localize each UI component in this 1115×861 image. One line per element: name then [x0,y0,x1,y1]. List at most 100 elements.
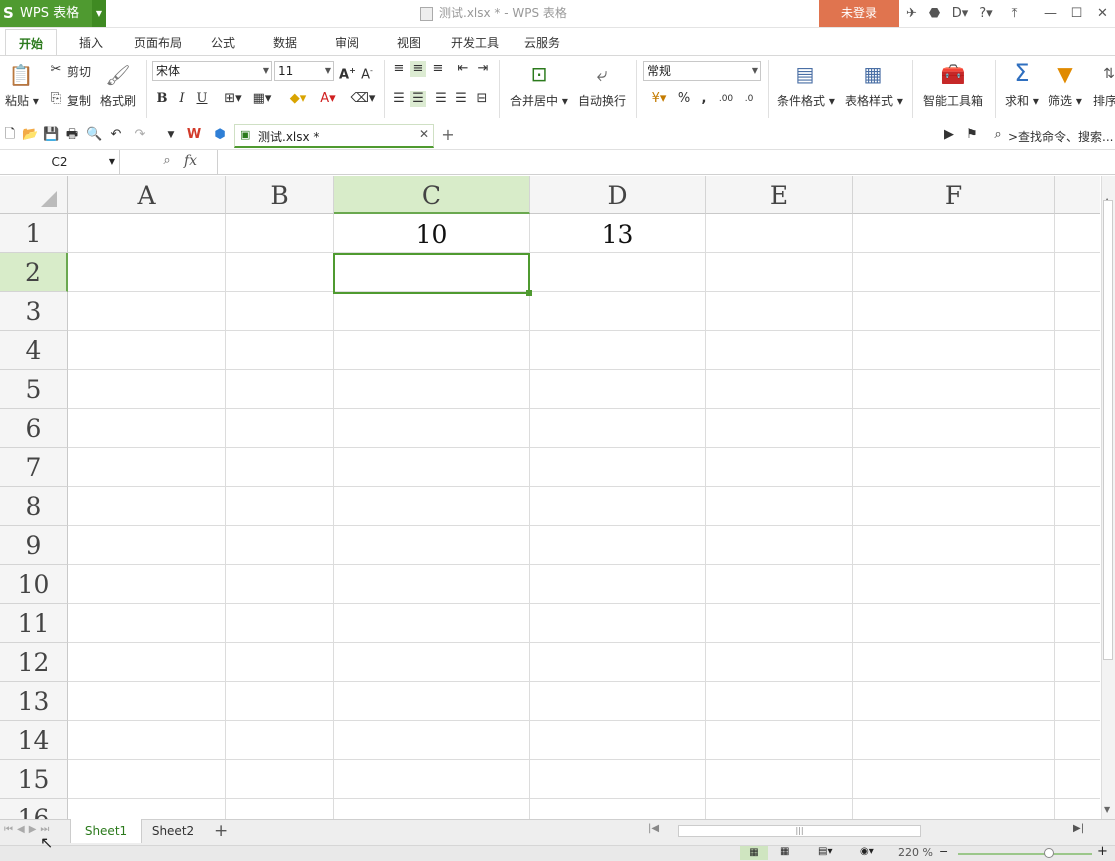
app-menu-dropdown[interactable]: ▼ [92,0,106,27]
number-format-select[interactable]: 常规 ▼ [643,61,761,81]
print-preview-icon[interactable]: 🔍 [86,127,102,143]
tab-page-layout[interactable]: 页面布局 [128,29,188,56]
cell-b6[interactable] [226,409,334,448]
underline-button[interactable]: U [194,91,210,107]
align-top-icon[interactable]: ≡ [391,61,407,77]
cell-g14[interactable] [1055,721,1100,760]
row-header-6[interactable]: 6 [0,409,68,448]
fill-color-icon[interactable]: ◆▾ [284,91,312,107]
document-tab[interactable]: ▣ 测试.xlsx * ✕ [234,124,434,148]
cell-a2[interactable] [68,253,226,292]
cell-b1[interactable] [226,214,334,253]
cell-d1[interactable]: 13 [530,214,706,253]
row-header-5[interactable]: 5 [0,370,68,409]
cell-a4[interactable] [68,331,226,370]
horizontal-scroll-thumb[interactable]: ||| [678,825,921,837]
sheet-tab-sheet2[interactable]: Sheet2 [140,819,206,843]
sort-button[interactable]: 排序 [1093,92,1115,109]
align-right-icon[interactable]: ☰ [433,91,449,107]
maximize-icon[interactable]: ☐ [1068,5,1085,22]
cell-e4[interactable] [706,331,853,370]
cell-b7[interactable] [226,448,334,487]
presentation-icon[interactable]: ▶ [941,127,957,143]
cell-e11[interactable] [706,604,853,643]
cell-b3[interactable] [226,292,334,331]
comma-button[interactable]: , [696,91,712,107]
table-style-button[interactable]: 表格样式 ▾ [845,92,903,109]
cell-c12[interactable] [334,643,530,682]
new-file-icon[interactable]: 🗋 [2,127,18,143]
cell-e15[interactable] [706,760,853,799]
cell-e14[interactable] [706,721,853,760]
add-tab-icon[interactable]: + [440,127,456,143]
print-icon[interactable]: 🖶 [64,127,80,143]
select-all-button[interactable] [0,176,68,214]
merge-center-button[interactable]: 合并居中 ▾ [510,92,568,109]
cell-c8[interactable] [334,487,530,526]
cell-a8[interactable] [68,487,226,526]
cell-e13[interactable] [706,682,853,721]
cell-g1[interactable] [1055,214,1100,253]
cell-a13[interactable] [68,682,226,721]
cell-b8[interactable] [226,487,334,526]
conditional-format-button[interactable]: 条件格式 ▾ [777,92,835,109]
normal-view-icon[interactable]: ▦ [740,846,768,860]
cell-c13[interactable] [334,682,530,721]
tab-view[interactable]: 视图 [388,29,430,56]
cell-c10[interactable] [334,565,530,604]
cell-d3[interactable] [530,292,706,331]
cell-f14[interactable] [853,721,1055,760]
align-middle-icon[interactable]: ≡ [410,61,426,77]
cell-a10[interactable] [68,565,226,604]
format-painter-icon[interactable]: 🖌 [105,62,131,88]
cell-a3[interactable] [68,292,226,331]
smart-toolbox-button[interactable]: 智能工具箱 [923,92,983,109]
insert-function-button[interactable]: fx [184,153,197,169]
row-header-16[interactable]: 16 [0,799,68,819]
paste-button[interactable]: 粘贴 ▾ [5,92,39,109]
justify-icon[interactable]: ☰ [453,91,469,107]
currency-icon[interactable]: ¥▾ [646,91,672,107]
cell-c15[interactable] [334,760,530,799]
cell-f11[interactable] [853,604,1055,643]
cell-c16[interactable] [334,799,530,819]
tab-insert[interactable]: 插入 [70,29,112,56]
align-bottom-icon[interactable]: ≡ [430,61,446,77]
settings-icon[interactable]: ⬣ [926,5,943,22]
cell-g11[interactable] [1055,604,1100,643]
cell-c7[interactable] [334,448,530,487]
search-icon[interactable]: ⌕ [990,127,1006,143]
name-box[interactable]: C2 ▼ [0,150,120,174]
increase-indent-icon[interactable]: ⇥ [475,61,491,77]
cell-c5[interactable] [334,370,530,409]
cell-b9[interactable] [226,526,334,565]
cell-d13[interactable] [530,682,706,721]
cell-f10[interactable] [853,565,1055,604]
column-header-c[interactable]: C [334,176,530,214]
add-sheet-icon[interactable]: + [214,821,228,841]
cell-a1[interactable] [68,214,226,253]
column-header-f[interactable]: F [853,176,1055,214]
cell-f13[interactable] [853,682,1055,721]
wrap-text-icon[interactable]: ⤶ [589,61,615,87]
cell-d11[interactable] [530,604,706,643]
row-header-10[interactable]: 10 [0,565,68,604]
align-left-icon[interactable]: ☰ [391,91,407,107]
page-break-view-icon[interactable]: ▦ [780,846,789,857]
cell-a11[interactable] [68,604,226,643]
skin-icon[interactable]: ✈ [903,5,920,22]
zoom-slider[interactable] [958,853,1092,855]
cell-a5[interactable] [68,370,226,409]
column-header-a[interactable]: A [68,176,226,214]
cell-g3[interactable] [1055,292,1100,331]
sum-button[interactable]: 求和 ▾ [1005,92,1039,109]
row-header-8[interactable]: 8 [0,487,68,526]
table-style-icon[interactable]: ▦ [860,61,886,87]
zoom-slider-thumb[interactable] [1044,848,1054,858]
minimize-icon[interactable]: — [1042,5,1059,22]
cell-g4[interactable] [1055,331,1100,370]
sheet-tab-sheet1[interactable]: Sheet1 [70,819,142,843]
command-search-box[interactable]: >查找命令、搜索... [1008,128,1115,145]
scroll-right-icon[interactable]: ▶| [1073,823,1084,834]
restore-ribbon-icon[interactable]: ⤒ [1006,5,1023,22]
